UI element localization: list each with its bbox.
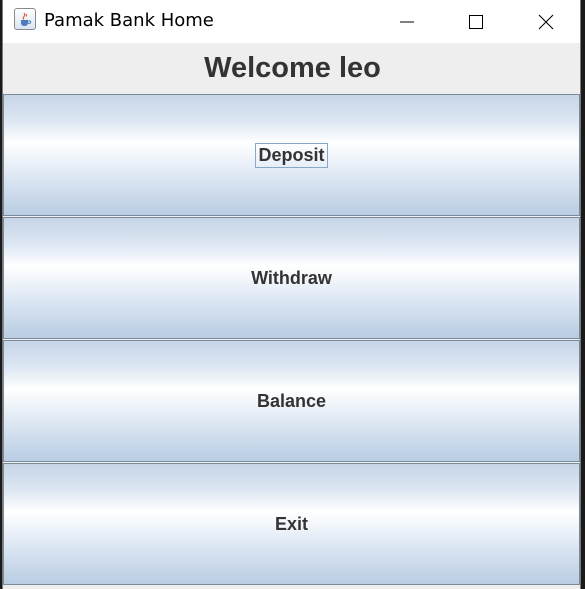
maximize-button[interactable] [454, 0, 498, 43]
deposit-button-label: Deposit [255, 142, 328, 168]
balance-button-label: Balance [256, 390, 327, 411]
exit-button[interactable]: Exit [3, 463, 580, 585]
withdraw-button[interactable]: Withdraw [3, 217, 580, 339]
minimize-icon [400, 21, 414, 22]
welcome-header: Welcome leo [3, 43, 580, 94]
maximize-icon [469, 14, 483, 29]
balance-button[interactable]: Balance [3, 340, 580, 462]
close-icon [538, 14, 554, 29]
exit-button-label: Exit [274, 513, 308, 534]
close-button[interactable] [524, 0, 568, 43]
deposit-button[interactable]: Deposit [3, 94, 580, 216]
app-window: Pamak Bank Home Welcome leo Deposit With… [2, 0, 581, 589]
java-cup-icon [14, 8, 36, 30]
minimize-button[interactable] [385, 0, 429, 43]
withdraw-button-label: Withdraw [251, 267, 332, 288]
window-title: Pamak Bank Home [44, 10, 214, 31]
title-bar[interactable]: Pamak Bank Home [3, 0, 580, 43]
welcome-label: Welcome leo [204, 52, 381, 84]
